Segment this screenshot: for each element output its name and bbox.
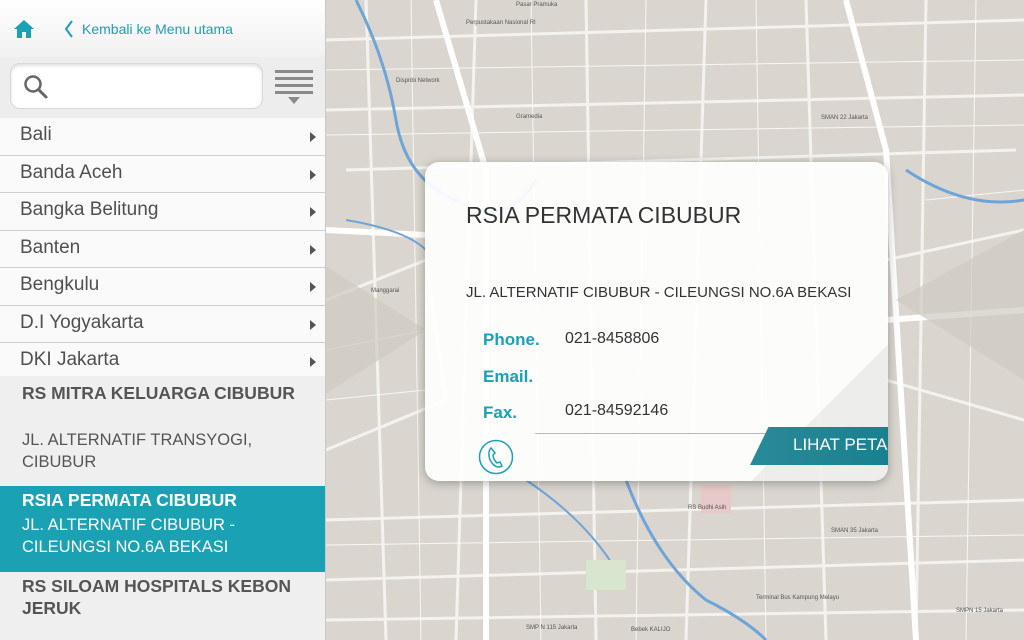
card-address: JL. ALTERNATIF CIBUBUR - CILEUNGSI NO.6A… — [466, 284, 852, 301]
map-label: Dispnbi Network — [396, 78, 440, 84]
map-label: Gramedia — [516, 114, 543, 120]
region-label: Banda Aceh — [20, 161, 123, 183]
home-button[interactable] — [0, 0, 48, 57]
region-item[interactable]: D.I Yogyakarta — [0, 305, 325, 343]
top-bar: Kembali ke Menu utama — [0, 0, 325, 57]
search-row — [0, 57, 325, 118]
region-label: Bali — [20, 124, 52, 145]
map-label: SMP N 115 Jakarta — [526, 625, 578, 631]
hospital-name: RS MITRA KELUARGA CIBUBUR — [22, 383, 295, 403]
map-label: Terminal Bus Kampung Melayu — [756, 595, 840, 601]
search-input[interactable] — [59, 72, 253, 102]
hospital-address: JL. ALTERNATIF TRANSYOGI, CIBUBUR — [22, 431, 253, 471]
chevron-right-icon — [310, 244, 316, 255]
hospital-name: RS SILOAM HOSPITALS KEBON JERUK — [22, 576, 291, 618]
map-label: SMAN 22 Jakarta — [821, 115, 869, 121]
map-label: Perpustakaan Nasional RI — [466, 20, 536, 26]
back-link-label: Kembali ke Menu utama — [82, 21, 233, 37]
search-icon — [24, 75, 48, 99]
list-menu-button[interactable] — [275, 70, 313, 106]
chevron-right-icon — [310, 357, 316, 367]
chevron-right-icon — [310, 319, 316, 330]
card-title: RSIA PERMATA CIBUBUR — [466, 202, 742, 228]
region-label: Banten — [20, 236, 81, 258]
region-item[interactable]: Bengkulu — [0, 268, 325, 306]
region-item[interactable]: Banten — [0, 230, 325, 268]
region-label: Bengkulu — [20, 274, 100, 295]
fax-value: 021-84592146 — [565, 402, 669, 419]
map-label: RS Budhi Asih — [688, 505, 727, 511]
phone-value[interactable]: 021-8458806 — [565, 330, 659, 348]
region-item[interactable]: DKI Jakarta — [0, 343, 325, 381]
hospital-address: JL. ALTERNATIF CIBUBUR - CILEUNGSI NO.6A… — [22, 516, 236, 556]
region-label: DKI Jakarta — [20, 349, 120, 370]
region-list: Bali Banda Aceh Bangka Belitung Banten B… — [0, 118, 325, 381]
chevron-left-icon — [64, 20, 73, 38]
map-label: Bebek KALIJO — [631, 627, 671, 633]
chevron-right-icon — [310, 207, 316, 217]
sidebar: Kembali ke Menu utama Bali Banda Aceh Ba… — [0, 0, 326, 640]
chevron-right-icon — [310, 282, 316, 292]
hospital-list-item[interactable]: RS MITRA KELUARGA CIBUBUR JL. ALTERNATIF… — [0, 376, 325, 486]
map-label: SMAN 35 Jakarta — [831, 528, 879, 534]
phone-label: Phone. — [483, 330, 540, 349]
hospital-list-item[interactable]: RS SILOAM HOSPITALS KEBON JERUK — [0, 572, 325, 640]
home-icon — [14, 19, 34, 38]
search-box[interactable] — [10, 63, 263, 109]
hospital-info-card: RSIA PERMATA CIBUBUR JL. ALTERNATIF CIBU… — [425, 162, 888, 481]
chevron-right-icon — [310, 132, 316, 142]
phone-call-icon[interactable] — [478, 439, 514, 475]
caret-down-icon — [288, 97, 300, 104]
region-label: Bangka Belitung — [20, 199, 159, 220]
region-item[interactable]: Banda Aceh — [0, 155, 325, 193]
map-label: Manggarai — [371, 288, 400, 294]
email-label: Email. — [483, 367, 534, 386]
divider — [535, 433, 787, 434]
map-label: SMPN 15 Jakarta — [956, 608, 1004, 614]
hospital-name: RSIA PERMATA CIBUBUR — [22, 490, 237, 510]
hospital-list-item-selected[interactable]: RSIA PERMATA CIBUBUR JL. ALTERNATIF CIBU… — [0, 486, 325, 572]
region-item[interactable]: Bangka Belitung — [0, 193, 325, 231]
chevron-right-icon — [310, 169, 316, 180]
region-item[interactable]: Bali — [0, 118, 325, 156]
region-label: D.I Yogyakarta — [20, 311, 144, 333]
view-map-button-label: LIHAT PETA — [793, 435, 888, 454]
back-to-main-menu-link[interactable]: Kembali ke Menu utama — [64, 17, 233, 41]
fax-label: Fax. — [483, 403, 518, 422]
map-label: Pasar Pramuka — [516, 2, 558, 8]
